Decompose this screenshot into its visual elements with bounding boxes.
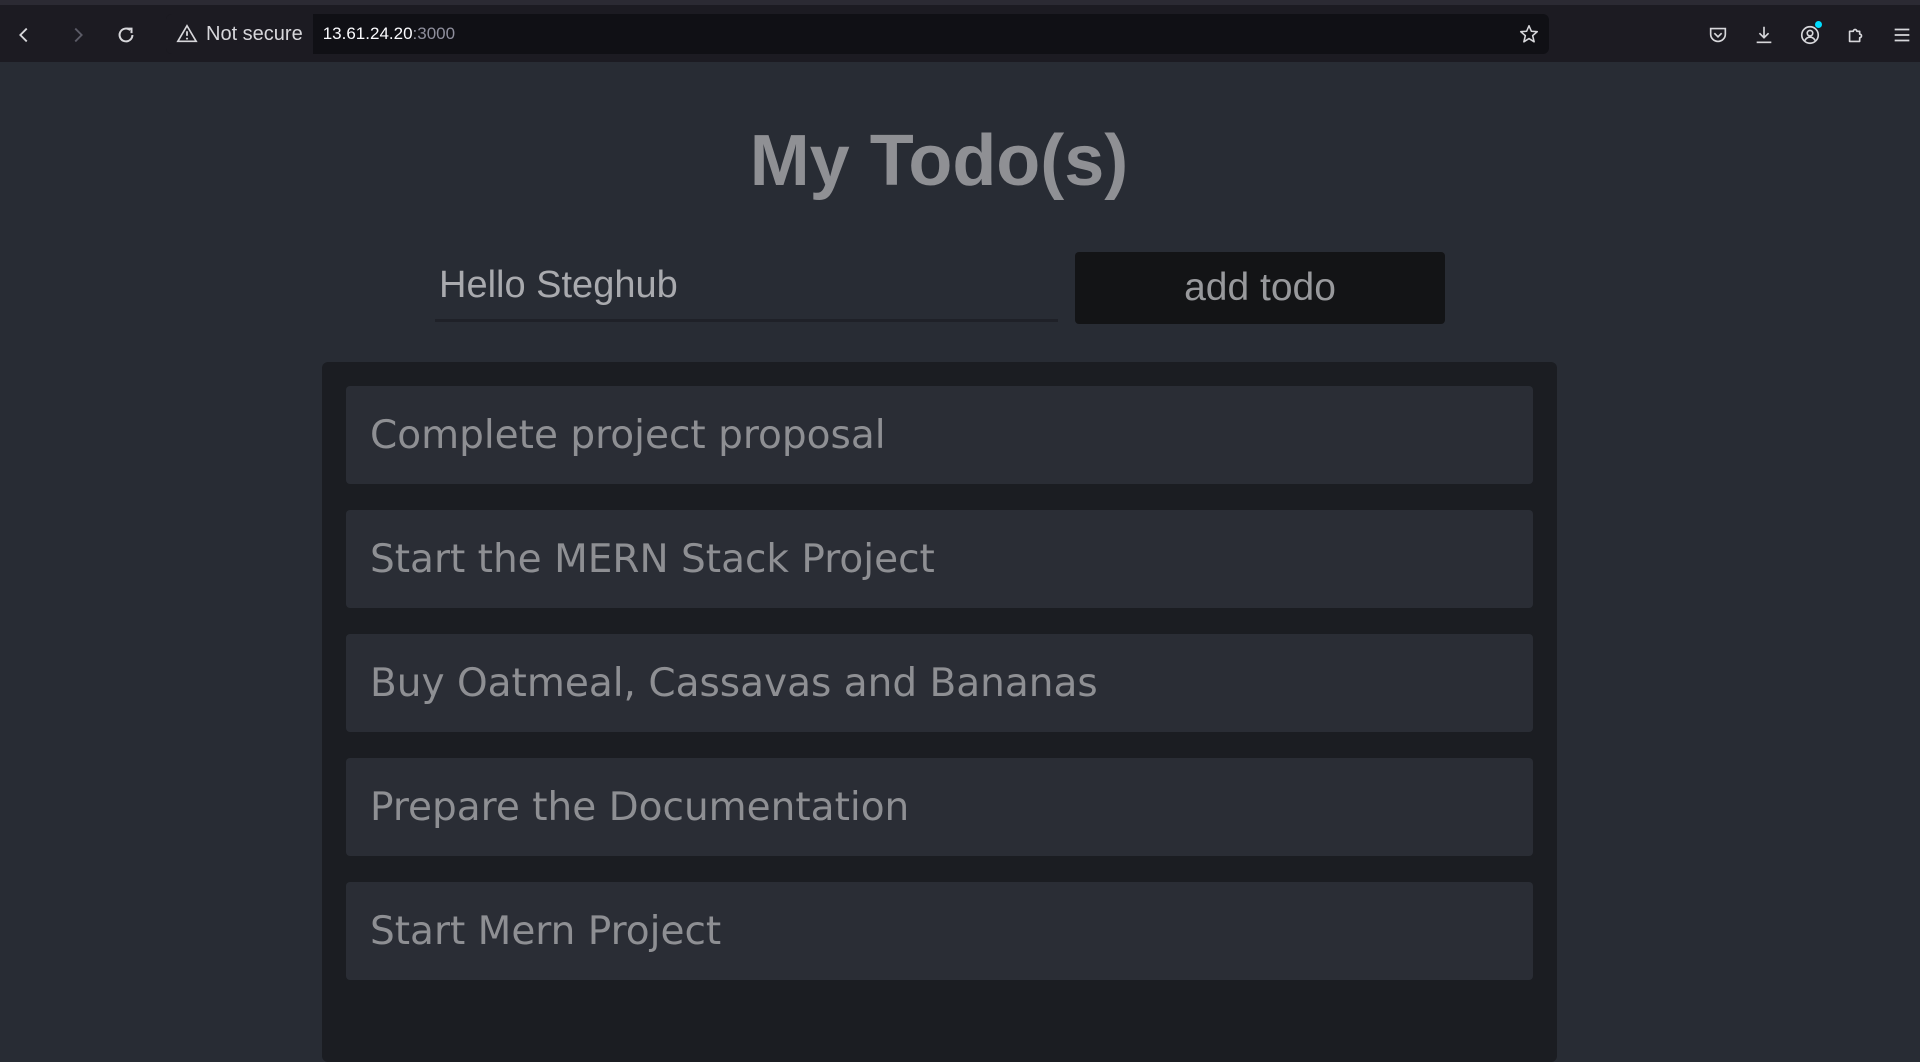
todo-item[interactable]: Complete project proposal bbox=[346, 386, 1533, 484]
todo-item[interactable]: Start the MERN Stack Project bbox=[346, 510, 1533, 608]
todo-input[interactable] bbox=[435, 252, 1058, 322]
todo-item[interactable]: Prepare the Documentation bbox=[346, 758, 1533, 856]
reload-button[interactable] bbox=[108, 17, 144, 53]
page-content: My Todo(s) add todo Complete project pro… bbox=[0, 62, 1920, 1062]
warning-icon bbox=[176, 24, 198, 43]
extensions-button[interactable] bbox=[1838, 17, 1874, 53]
url-text[interactable]: 13.61.24.20:3000 bbox=[323, 24, 1509, 44]
toolbar-actions bbox=[1700, 17, 1920, 53]
back-icon bbox=[19, 27, 28, 43]
notification-dot bbox=[1815, 21, 1822, 28]
pocket-icon bbox=[1709, 27, 1727, 43]
page-title: My Todo(s) bbox=[749, 121, 1129, 201]
security-label: Not secure bbox=[206, 22, 303, 45]
bookmark-button[interactable] bbox=[1509, 14, 1549, 54]
extensions-icon bbox=[1848, 28, 1863, 43]
app-menu-button[interactable] bbox=[1884, 17, 1920, 53]
url-port: :3000 bbox=[412, 24, 456, 43]
url-host: 13.61.24.20 bbox=[322, 24, 413, 43]
todo-item[interactable]: Start Mern Project bbox=[346, 882, 1533, 980]
menu-icon bbox=[1894, 28, 1910, 42]
reload-icon bbox=[118, 27, 134, 43]
bookmark-star-icon bbox=[1519, 24, 1539, 43]
url-bar[interactable]: Not secure 13.61.24.20:3000 bbox=[166, 14, 1549, 54]
browser-toolbar: Not secure 13.61.24.20:3000 bbox=[0, 0, 1920, 62]
downloads-button[interactable] bbox=[1746, 17, 1782, 53]
forward-button[interactable] bbox=[60, 17, 96, 53]
account-button[interactable] bbox=[1792, 17, 1828, 53]
forward-icon bbox=[74, 27, 83, 43]
todo-item[interactable]: Buy Oatmeal, Cassavas and Bananas bbox=[346, 634, 1533, 732]
back-button[interactable] bbox=[6, 17, 42, 53]
download-icon bbox=[1756, 26, 1772, 44]
todo-list: Complete project proposal Start the MERN… bbox=[322, 362, 1557, 1062]
pocket-button[interactable] bbox=[1700, 17, 1736, 53]
add-todo-button[interactable]: add todo bbox=[1075, 252, 1445, 324]
site-security-indicator[interactable]: Not secure bbox=[166, 14, 313, 54]
